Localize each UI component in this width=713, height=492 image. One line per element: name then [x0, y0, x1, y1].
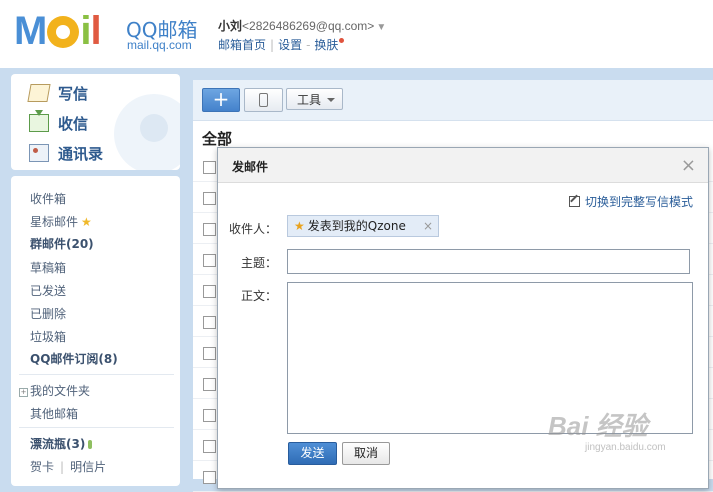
watermark-logo: Bai 经验	[548, 411, 648, 441]
header: Mil QQ邮箱 mail.qq.com 小刘<2826486269@qq.co…	[0, 0, 713, 68]
divider	[19, 374, 174, 375]
recipient-name: 发表到我的Qzone	[307, 219, 406, 233]
star-icon: ★	[81, 215, 92, 229]
dialog-header: 发邮件 ×	[218, 148, 708, 183]
sidebar-folders: 收件箱 星标邮件 ★ 群邮件(20) 草稿箱 已发送 已删除 垃圾箱 QQ邮件订阅…	[11, 176, 180, 486]
row-checkbox[interactable]	[203, 254, 216, 267]
row-checkbox[interactable]	[203, 285, 216, 298]
cancel-button[interactable]: 取消	[342, 442, 390, 465]
row-checkbox[interactable]	[203, 409, 216, 422]
my-folders-label: 我的文件夹	[30, 384, 91, 398]
star-icon: ★	[294, 219, 305, 233]
inbox-button[interactable]: 收信	[29, 110, 89, 134]
row-checkbox[interactable]	[203, 192, 216, 205]
skin-link[interactable]: 换肤	[314, 38, 338, 52]
row-checkbox[interactable]	[203, 223, 216, 236]
send-button[interactable]: 发送	[288, 442, 337, 465]
qq-penguin-decoration-inner	[140, 114, 168, 142]
sidebar-actions: 写信 收信 通讯录	[11, 74, 180, 170]
expand-icon[interactable]: +	[19, 388, 28, 397]
divider	[19, 427, 174, 428]
user-name: 小刘	[218, 19, 243, 33]
watermark-url: jingyan.baidu.com	[585, 442, 666, 453]
chevron-down-icon	[327, 98, 335, 106]
contacts-label: 通讯录	[58, 144, 104, 163]
postcard-link[interactable]: 明信片	[70, 460, 106, 474]
folder-sent[interactable]: 已发送	[30, 282, 66, 299]
folder-starred[interactable]: 星标邮件 ★	[30, 213, 92, 230]
greeting-card-link[interactable]: 贺卡	[30, 460, 54, 474]
tools-dropdown[interactable]: 工具	[286, 88, 343, 110]
folder-spam[interactable]: 垃圾箱	[30, 328, 66, 345]
switch-full-compose-link[interactable]: 切换到完整写信模式	[568, 193, 693, 210]
toolbar: + 工具	[193, 80, 713, 121]
dialog-title: 发邮件	[232, 160, 269, 174]
row-checkbox[interactable]	[203, 316, 216, 329]
row-checkbox[interactable]	[203, 440, 216, 453]
bottle-icon	[88, 440, 93, 449]
remove-recipient-icon[interactable]: ×	[423, 216, 433, 236]
contacts-icon	[29, 144, 49, 162]
write-icon	[27, 84, 51, 102]
folder-drafts[interactable]: 草稿箱	[30, 259, 66, 276]
row-checkbox[interactable]	[203, 161, 216, 174]
recipient-label: 收件人：	[229, 222, 278, 236]
write-button[interactable]: 写信	[27, 82, 89, 104]
user-account[interactable]: 小刘<2826486269@qq.com> ▼	[218, 17, 386, 34]
folder-inbox[interactable]: 收件箱	[30, 190, 66, 207]
row-checkbox[interactable]	[203, 471, 216, 484]
brand-url: mail.qq.com	[127, 38, 192, 52]
drift-bottle[interactable]: 漂流瓶(3)	[30, 435, 93, 452]
subject-input[interactable]	[287, 249, 690, 274]
drift-bottle-label: 漂流瓶(3)	[30, 437, 86, 451]
folder-deleted[interactable]: 已删除	[30, 305, 66, 322]
new-button[interactable]: +	[202, 88, 240, 112]
settings-link[interactable]: 设置	[278, 38, 302, 52]
user-email: <2826486269@qq.com>	[242, 19, 375, 33]
switch-full-compose-label: 切换到完整写信模式	[584, 195, 693, 209]
body-label: 正文：	[241, 289, 278, 303]
edit-icon	[568, 196, 580, 207]
folder-starred-label: 星标邮件	[30, 215, 79, 229]
row-checkbox[interactable]	[203, 378, 216, 391]
contacts-button[interactable]: 通讯录	[29, 142, 103, 164]
phone-button[interactable]	[244, 88, 283, 112]
chevron-down-icon[interactable]: ▼	[376, 22, 386, 33]
notification-dot	[339, 38, 345, 43]
top-links: 邮箱首页 | 设置 - 换肤	[218, 36, 345, 53]
folder-subscriptions[interactable]: QQ邮件订阅(8)	[30, 350, 118, 367]
my-folders[interactable]: + 我的文件夹	[19, 382, 90, 399]
folder-group-mail[interactable]: 群邮件(20)	[30, 235, 94, 252]
other-mailboxes[interactable]: 其他邮箱	[30, 405, 78, 422]
mail-home-link[interactable]: 邮箱首页	[218, 38, 266, 52]
inbox-icon	[29, 110, 49, 132]
row-checkbox[interactable]	[203, 347, 216, 360]
recipient-tag[interactable]: ★ 发表到我的Qzone ×	[287, 215, 439, 237]
write-label: 写信	[58, 84, 89, 103]
close-icon[interactable]: ×	[681, 155, 696, 176]
subject-label: 主题：	[241, 256, 278, 270]
list-title: 全部	[202, 130, 233, 148]
qq-mail-logo[interactable]: Mil	[14, 9, 102, 53]
tools-label: 工具	[297, 93, 322, 107]
inbox-label: 收信	[58, 114, 89, 133]
cards-row: 贺卡 | 明信片	[30, 460, 107, 474]
